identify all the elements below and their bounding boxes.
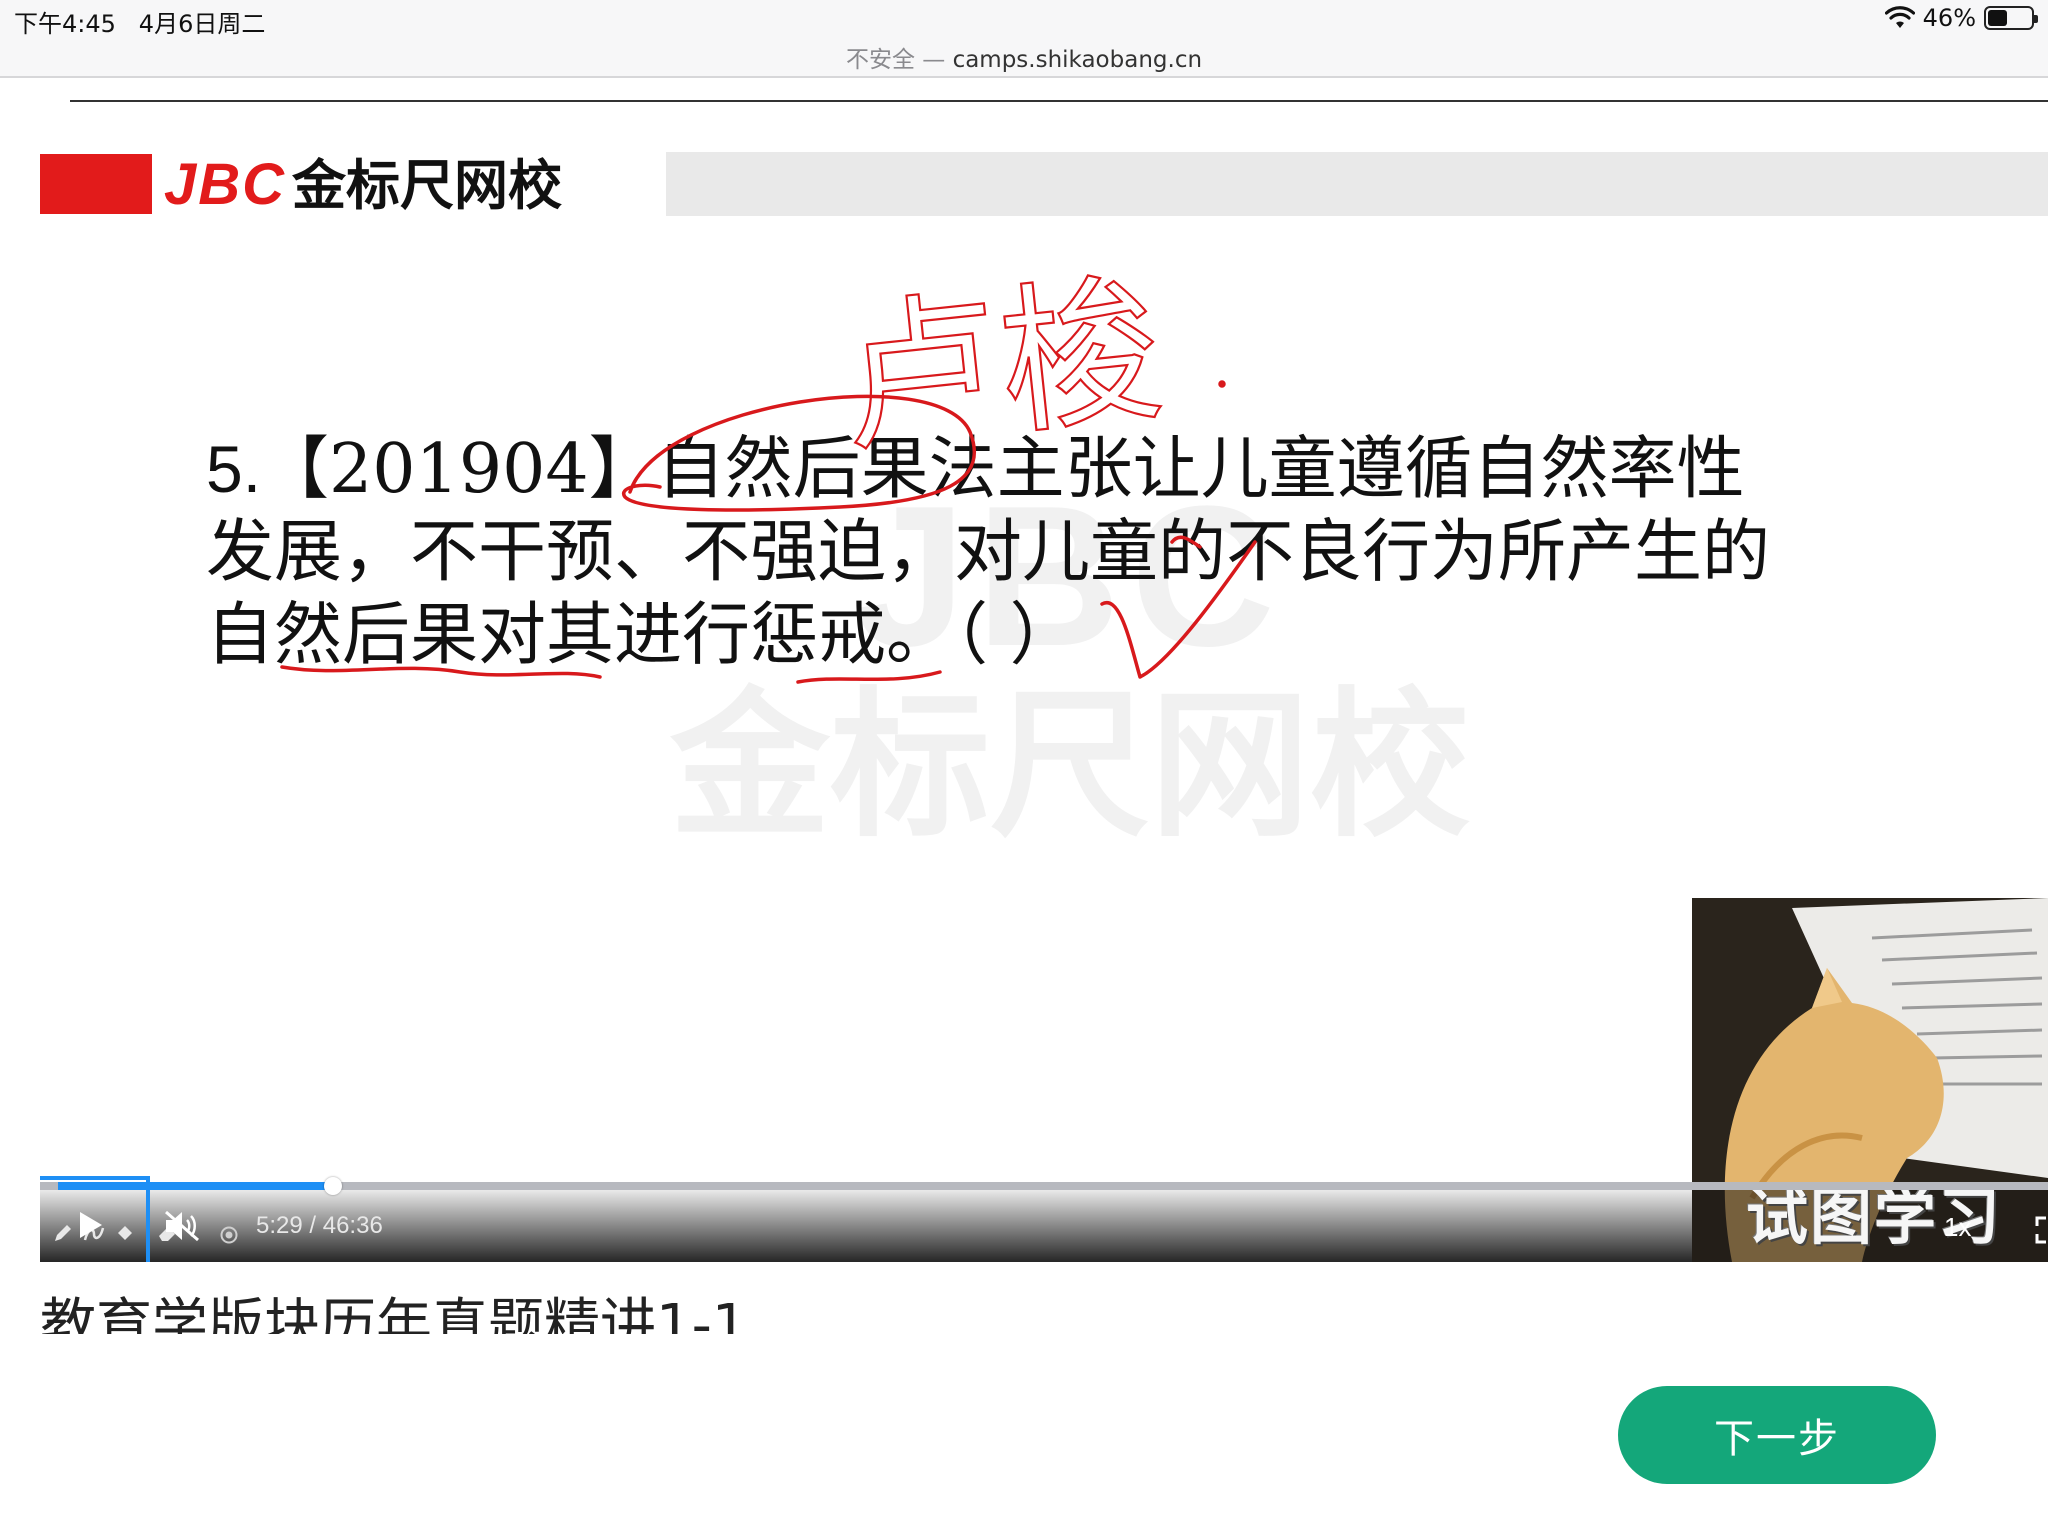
play-button[interactable]: [78, 1210, 104, 1240]
question-tag: 【201904】: [261, 430, 657, 509]
duration: 46:36: [322, 1212, 383, 1239]
mute-button[interactable]: [162, 1208, 202, 1244]
current-time: 5:29: [256, 1212, 303, 1239]
security-label: 不安全: [845, 47, 915, 73]
wifi-icon: [1884, 6, 1915, 28]
record-icon[interactable]: [220, 1226, 238, 1244]
time-separator: /: [302, 1212, 323, 1239]
battery-icon: [1984, 6, 2038, 30]
address-bar[interactable]: 不安全 — camps.shikaobang.cn: [0, 40, 2048, 74]
progress-handle[interactable]: [324, 1177, 342, 1195]
battery-fill: [1988, 10, 2008, 26]
pen-icon[interactable]: [52, 1222, 74, 1244]
status-indicators: 46%: [1884, 4, 2038, 32]
url-host: camps.shikaobang.cn: [952, 47, 1203, 73]
fullscreen-icon[interactable]: [2034, 1216, 2048, 1244]
status-time: 下午4:45: [14, 10, 116, 38]
slide-header: JBC 金标尺网校: [40, 152, 2048, 218]
watermark-name: 金标尺网校: [669, 672, 1470, 859]
status-date: 4月6日周二: [138, 10, 266, 38]
lesson-title: 教育学版块历年真题精讲1-1: [40, 1293, 748, 1334]
question-text: 5.【201904】自然后果法主张让儿童遵循自然率性发展，不干预、不强迫，对儿童…: [206, 428, 1786, 677]
next-step-button[interactable]: 下一步: [1618, 1386, 1936, 1484]
webcam-overlay: 试图学习: [1692, 898, 2048, 1262]
status-time-date: 下午4:45 4月6日周二: [14, 4, 265, 39]
question-number: 5.: [206, 432, 262, 506]
brand-name: 金标尺网校: [292, 154, 563, 217]
battery-percent: 46%: [1922, 4, 1976, 32]
screen: 下午4:45 4月6日周二 46% 不安全 — camps.shikaobang…: [0, 0, 2048, 1536]
speed-button[interactable]: 1x: [1944, 1212, 1971, 1243]
header-red-bar: [40, 154, 152, 214]
time-display: 5:29 / 46:36: [256, 1212, 383, 1240]
header-gray-bar: [666, 152, 2048, 216]
video-player[interactable]: JBC 金标尺网校 JBC 金标尺网校 5.【201904】自然后果法主张让儿童遵…: [40, 102, 2048, 1262]
progress-bar[interactable]: [40, 1177, 2048, 1195]
url-separator: —: [914, 47, 953, 73]
brand-jbc: JBC: [164, 152, 287, 217]
fill-icon[interactable]: [114, 1222, 136, 1244]
brand-logo: JBC 金标尺网校: [164, 152, 563, 218]
status-bar: 下午4:45 4月6日周二 46% 不安全 — camps.shikaobang…: [0, 0, 2048, 78]
